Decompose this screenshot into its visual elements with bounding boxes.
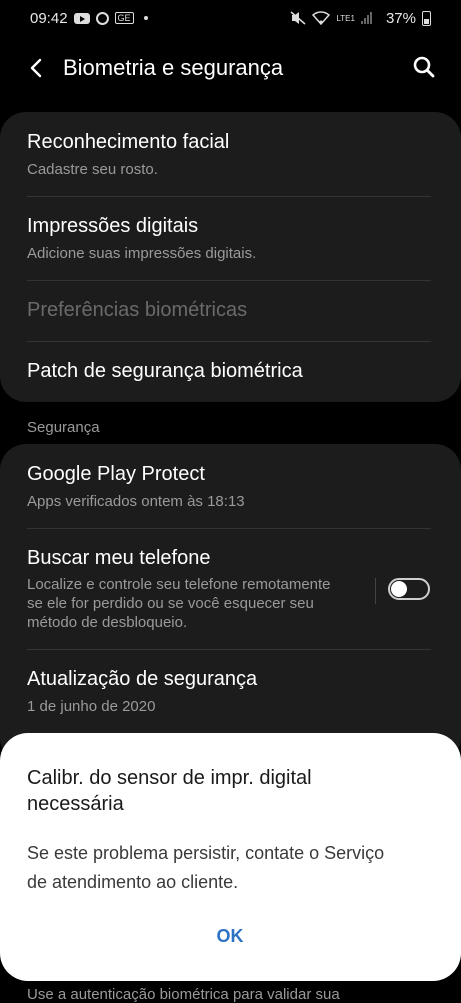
item-title: Patch de segurança biométrica	[27, 360, 303, 382]
divider	[27, 528, 431, 529]
google-play-protect-item[interactable]: Google Play Protect Apps verificados ont…	[27, 463, 431, 511]
find-my-phone-toggle[interactable]	[388, 578, 430, 600]
status-right: LTE1 37%	[290, 10, 431, 27]
back-arrow-icon[interactable]	[26, 54, 50, 82]
divider	[27, 649, 431, 650]
page-title: Biometria e segurança	[63, 55, 284, 80]
status-left: 09:42 GE	[30, 10, 148, 27]
item-title: Buscar meu telefone	[27, 547, 211, 569]
biometric-preferences-item: Preferências biométricas	[27, 299, 431, 322]
item-subtitle: 1 de junho de 2020	[27, 698, 156, 715]
subtitle-line: Localize e controle seu telefone remotam…	[27, 576, 331, 593]
item-title: Impressões digitais	[27, 215, 199, 237]
subtitle-line: método de desbloqueio.	[27, 614, 188, 631]
dialog-title-line: necessária	[27, 793, 124, 815]
network-type: LTE1	[336, 13, 355, 23]
dialog-message: Se este problema persistir, contate o Se…	[27, 839, 427, 897]
item-subtitle: Apps verificados ontem às 18:13	[27, 493, 245, 510]
divider	[27, 341, 431, 342]
ok-button[interactable]: OK	[190, 926, 270, 947]
battery-icon	[422, 10, 431, 26]
divider	[27, 196, 431, 197]
section-header-security: Segurança	[27, 419, 100, 436]
status-bar: 09:42 GE LTE1 37%	[0, 0, 461, 36]
item-subtitle: Cadastre seu rosto.	[27, 161, 158, 178]
dialog-title: Calibr. do sensor de impr. digital neces…	[27, 765, 407, 817]
youtube-icon	[73, 12, 90, 24]
item-subtitle: Adicione suas impressões digitais.	[27, 245, 257, 262]
wifi-icon	[312, 11, 331, 25]
mute-icon	[290, 11, 306, 25]
item-title: Google Play Protect	[27, 463, 205, 485]
dialog-title-line: Calibr. do sensor de impr. digital	[27, 767, 312, 789]
subtitle-line: se ele for perdido ou se você esquecer s…	[27, 595, 314, 612]
biometric-security-patch-item[interactable]: Patch de segurança biométrica	[27, 360, 431, 383]
battery-percent: 37%	[385, 9, 416, 27]
divider	[27, 280, 431, 281]
fingerprints-item[interactable]: Impressões digitais Adicione suas impres…	[27, 215, 431, 263]
item-subtitle: Localize e controle seu telefone remotam…	[27, 575, 361, 632]
dialog-message-line: de atendimento ao cliente.	[27, 872, 239, 892]
whatsapp-icon	[95, 11, 109, 25]
face-recognition-item[interactable]: Reconhecimento facial Cadastre seu rosto…	[27, 131, 431, 179]
security-update-item[interactable]: Atualização de segurança 1 de junho de 2…	[27, 668, 431, 716]
bottom-item-subtitle: Use a autenticação biométrica para valid…	[27, 986, 340, 1003]
signal-icon	[360, 12, 372, 24]
item-title: Preferências biométricas	[27, 299, 248, 321]
calibration-dialog: Calibr. do sensor de impr. digital neces…	[0, 733, 461, 981]
item-title: Reconhecimento facial	[27, 131, 230, 153]
status-time: 09:42	[30, 9, 68, 27]
find-my-phone-item[interactable]: Buscar meu telefone Localize e controle …	[27, 547, 361, 632]
toggle-knob	[391, 581, 407, 597]
search-icon[interactable]	[411, 54, 437, 80]
dialog-message-line: Se este problema persistir, contate o Se…	[27, 843, 385, 863]
item-title: Atualização de segurança	[27, 668, 258, 690]
toggle-separator	[375, 578, 376, 604]
more-notifications-icon	[143, 16, 148, 20]
app-bar: Biometria e segurança	[0, 44, 461, 92]
ge-notification-icon: GE	[114, 12, 134, 24]
